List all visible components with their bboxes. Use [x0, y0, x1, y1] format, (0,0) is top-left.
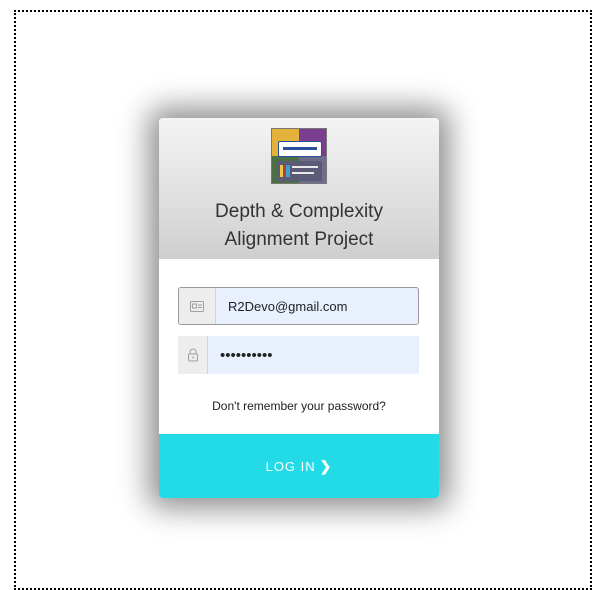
- id-card-icon: [179, 288, 216, 324]
- lock-icon: [178, 336, 208, 374]
- login-card: Depth & Complexity Alignment Project Don…: [159, 118, 439, 498]
- app-title-line1: Depth & Complexity: [215, 201, 383, 222]
- app-title: Depth & Complexity Alignment Project: [159, 198, 439, 254]
- password-field[interactable]: [178, 336, 419, 374]
- logo: [271, 128, 327, 184]
- chevron-right-icon: ❯: [319, 457, 333, 474]
- password-input[interactable]: [208, 336, 419, 374]
- forgot-password-link[interactable]: Don't remember your password?: [159, 399, 439, 413]
- app-title-line2: Alignment Project: [224, 229, 374, 250]
- card-header: Depth & Complexity Alignment Project: [159, 118, 439, 259]
- login-button[interactable]: LOG IN ❯: [159, 434, 439, 498]
- email-input[interactable]: [216, 288, 418, 324]
- login-button-label: LOG IN: [265, 458, 316, 474]
- email-field[interactable]: [178, 287, 419, 325]
